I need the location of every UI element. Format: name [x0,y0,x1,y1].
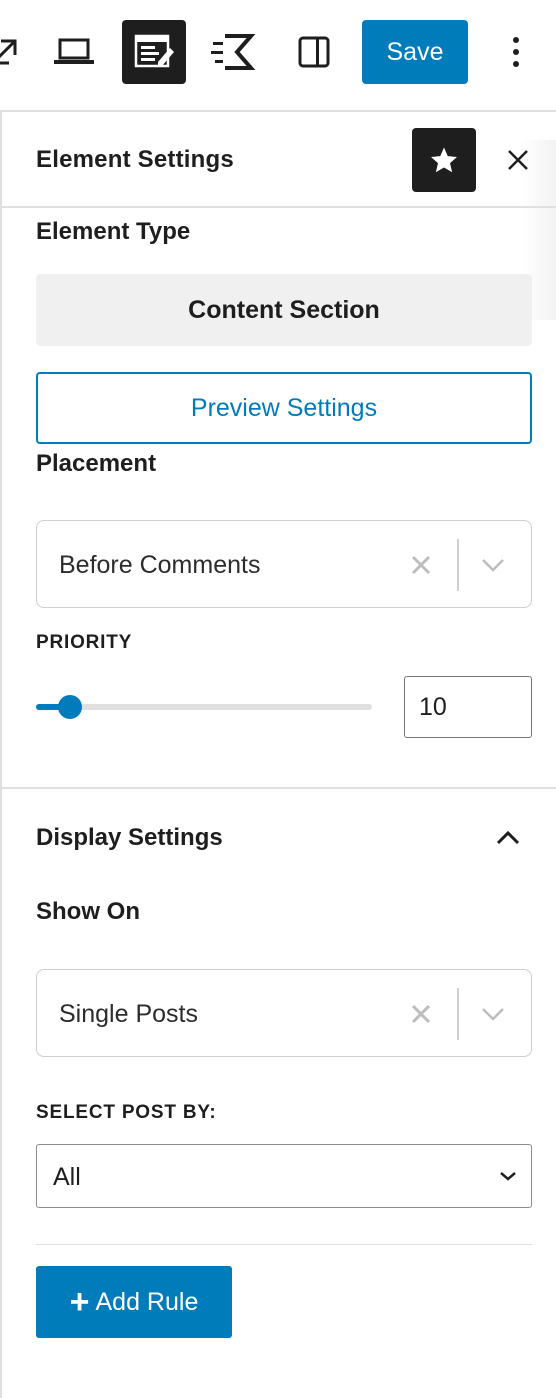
show-on-select[interactable]: Single Posts [36,969,532,1057]
placement-value: Before Comments [59,551,261,579]
chevron-up-icon[interactable] [488,818,528,858]
add-rule-button[interactable]: + Add Rule [36,1266,232,1338]
placement-select[interactable]: Before Comments [36,520,532,608]
panel-title: Element Settings [36,146,234,173]
section-divider [2,787,556,789]
select-post-by-value: All [53,1163,81,1191]
sidebar-toggle-icon[interactable] [282,20,346,84]
select-separator [457,539,459,591]
show-on-label: Show On [36,898,140,925]
show-on-value: Single Posts [59,1000,198,1028]
select-post-by-dropdown[interactable]: All [36,1144,532,1208]
element-editor-icon[interactable] [122,20,186,84]
panel-left-border [0,112,2,1398]
speed-icon[interactable] [202,20,266,84]
slider-thumb[interactable] [58,695,82,719]
element-type-value[interactable]: Content Section [36,274,532,346]
priority-input[interactable]: 10 [404,676,532,738]
star-icon[interactable] [412,128,476,192]
rule-divider [36,1244,532,1245]
select-post-by-label: SELECT POST BY: [36,1102,217,1123]
element-type-label: Element Type [36,218,191,245]
close-icon[interactable] [498,140,538,180]
chevron-down-icon[interactable] [477,998,509,1030]
placement-label: Placement [36,450,157,477]
clear-icon[interactable] [405,549,437,581]
clear-icon[interactable] [405,998,437,1030]
desktop-preview-icon[interactable] [42,20,106,84]
chevron-down-icon[interactable] [477,549,509,581]
chevron-down-icon [493,1161,523,1191]
priority-label: PRIORITY [36,632,133,653]
panel-header: Element Settings [2,112,556,208]
save-button[interactable]: Save [362,20,468,84]
more-options-icon[interactable] [484,20,548,84]
external-link-icon[interactable] [0,20,36,84]
priority-slider[interactable] [36,692,372,722]
select-separator [457,988,459,1040]
top-toolbar: Save [0,0,556,112]
slider-track [36,704,372,710]
display-settings-title[interactable]: Display Settings [36,824,223,852]
plus-icon: + [69,1283,90,1321]
add-rule-label: Add Rule [95,1287,199,1316]
preview-settings-button[interactable]: Preview Settings [36,372,532,444]
